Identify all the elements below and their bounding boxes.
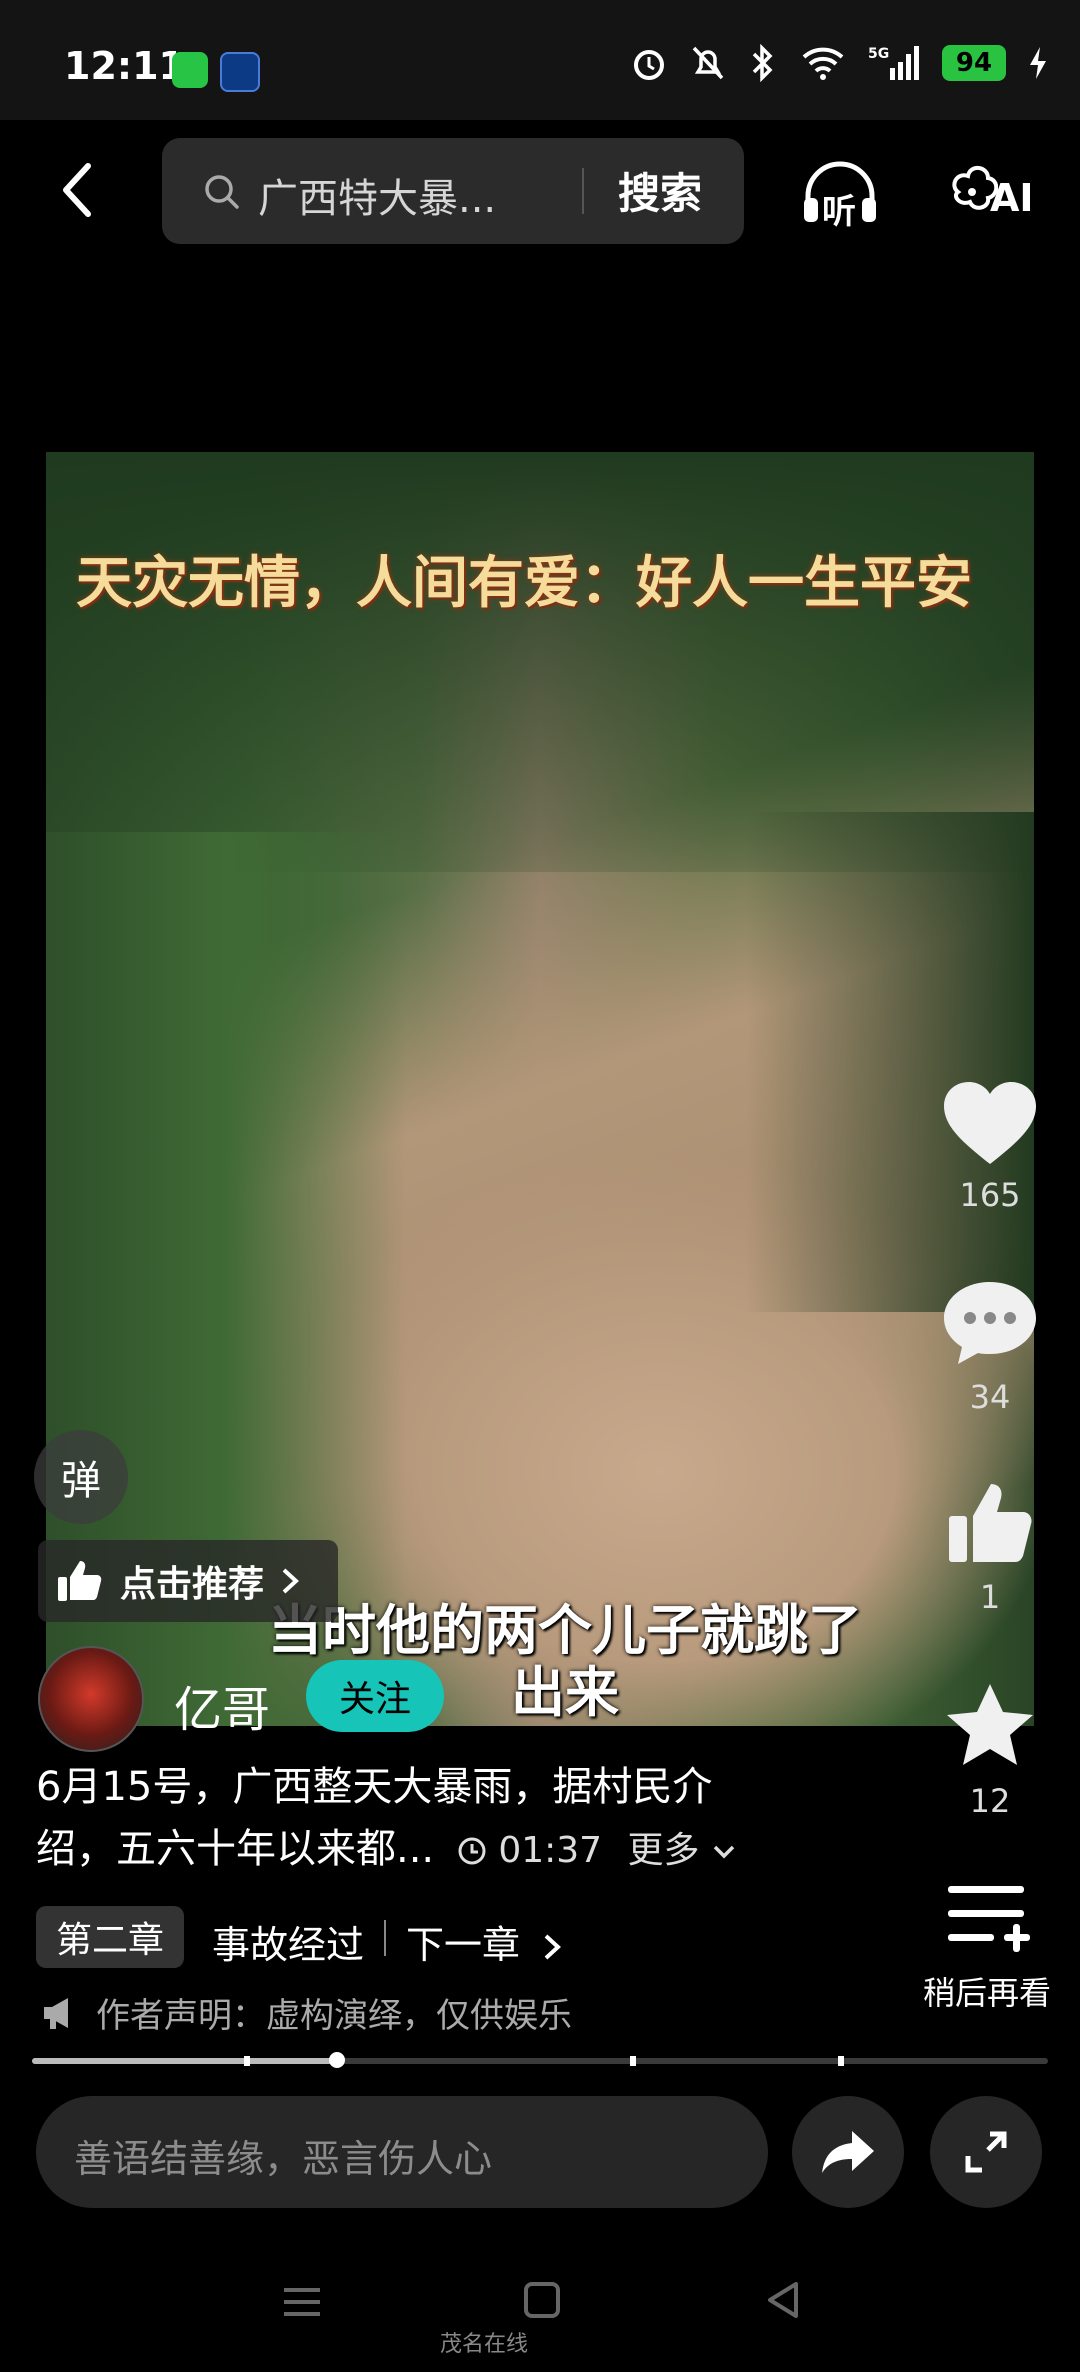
video-foliage-right: [746, 812, 1034, 1312]
chapter-marker: [630, 2056, 636, 2066]
chevron-right-icon: [282, 1568, 299, 1594]
subtitle-line-2: 出来: [511, 1661, 619, 1724]
description-line-2: 绍，五六十年以来都... 01:37 更多: [36, 1818, 856, 1882]
playlist-add-icon: [948, 1886, 1030, 1952]
recommend-button[interactable]: 点击推荐: [38, 1540, 338, 1622]
like-count: 165: [959, 1176, 1021, 1214]
status-icons: 5G 94: [630, 44, 1048, 82]
chapter-badge[interactable]: 第二章: [36, 1906, 185, 1968]
video-player[interactable]: 天灾无情，人间有爱：好人一生平安: [46, 452, 1034, 1726]
author-name[interactable]: 亿哥: [174, 1670, 270, 1740]
author-statement-text: 作者声明：虚构演绎，仅供娱乐: [96, 1996, 572, 2036]
author-avatar[interactable]: [38, 1646, 144, 1752]
next-chapter-label: 下一章: [406, 1923, 521, 1967]
search-button[interactable]: 搜索: [618, 160, 702, 221]
chapter-title[interactable]: 事故经过: [212, 1914, 364, 1969]
author-statement: 作者声明：虚构演绎，仅供娱乐: [40, 1988, 572, 2037]
duration-text: 01:37: [498, 1830, 603, 1871]
more-button[interactable]: 更多: [628, 1830, 737, 1871]
share-button[interactable]: [792, 2096, 904, 2208]
fullscreen-button[interactable]: [930, 2096, 1042, 2208]
clock-icon: [458, 1837, 486, 1865]
share-arrow-icon: [822, 2131, 874, 2173]
thumbs-up-button[interactable]: 1: [930, 1478, 1050, 1616]
duration-meta: 01:37: [447, 1830, 614, 1871]
wifi-icon: [802, 47, 844, 80]
listen-label: 听: [822, 192, 856, 232]
alarm-icon: [634, 50, 664, 80]
cellular-signal-icon: 5G: [868, 46, 919, 80]
listen-button[interactable]: 听: [800, 158, 880, 232]
system-nav-bar: [0, 2252, 1080, 2372]
recommend-label: 点击推荐: [120, 1564, 265, 1605]
comment-bubble-icon: [944, 1282, 1036, 1364]
description-line-1: 6月15号，广西整天大暴雨，据村民介: [36, 1764, 713, 1810]
chevron-right-icon: [544, 1934, 562, 1960]
video-description[interactable]: 6月15号，广西整天大暴雨，据村民介 绍，五六十年以来都... 01:37 更多: [36, 1756, 856, 1882]
favorite-count: 12: [969, 1782, 1011, 1820]
comment-count: 34: [969, 1378, 1011, 1416]
watermark: 茂名在线: [440, 2332, 529, 2357]
comment-placeholder: 善语结善缘，恶言伤人心: [74, 2137, 493, 2181]
app-notification-icon: [220, 52, 260, 92]
thumbs-up-icon: [949, 1484, 1032, 1562]
search-bar[interactable]: 广西特大暴... 搜索: [162, 138, 744, 244]
battery-indicator: 94: [942, 45, 1006, 81]
bluetooth-icon: [752, 44, 773, 82]
search-icon: [205, 175, 239, 209]
comment-button[interactable]: 34: [930, 1278, 1050, 1416]
svg-text:5G: 5G: [868, 46, 889, 62]
chevron-down-icon: [713, 1845, 735, 1859]
more-label: 更多: [627, 1830, 700, 1871]
mute-bell-icon: [692, 46, 724, 80]
like-button[interactable]: 165: [930, 1080, 1050, 1214]
heart-icon: [944, 1082, 1036, 1164]
search-divider: [582, 168, 584, 214]
back-arrow-icon[interactable]: [50, 160, 110, 220]
expand-icon: [965, 2131, 1007, 2173]
watch-later-button[interactable]: 稍后再看: [912, 1880, 1062, 2014]
ai-label: AI: [990, 176, 1034, 220]
charging-icon: [1030, 47, 1046, 79]
search-query-text[interactable]: 广西特大暴...: [258, 166, 496, 224]
description-line-2-text: 绍，五六十年以来都...: [36, 1826, 435, 1872]
progress-knob[interactable]: [328, 2052, 345, 2068]
thumbs-up-count: 1: [979, 1578, 1001, 1616]
watch-later-label: 稍后再看: [922, 1974, 1051, 2012]
chapter-separator: [384, 1920, 386, 1956]
ai-button[interactable]: AI: [948, 158, 1038, 228]
follow-button[interactable]: 关注: [306, 1660, 444, 1732]
back-nav-icon[interactable]: [764, 2280, 804, 2320]
chapter-marker: [244, 2056, 250, 2066]
thumbs-up-small-icon: [58, 1561, 102, 1601]
status-time: 12:11: [64, 44, 185, 88]
danmu-label: 弹: [61, 1458, 101, 1504]
megaphone-icon: [44, 1997, 68, 2029]
home-nav-icon[interactable]: [522, 2280, 562, 2320]
status-bar: 12:11 5G 94: [0, 0, 1080, 120]
star-icon: [947, 1684, 1033, 1765]
video-overlay-title: 天灾无情，人间有爱：好人一生平安: [76, 551, 972, 616]
favorite-button[interactable]: 12: [930, 1680, 1050, 1820]
next-chapter-button[interactable]: 下一章: [406, 1914, 564, 1969]
danmu-toggle-button[interactable]: 弹: [34, 1430, 128, 1524]
comment-input[interactable]: 善语结善缘，恶言伤人心: [36, 2096, 768, 2208]
progress-fill: [32, 2058, 337, 2064]
video-foliage-top: [46, 452, 1034, 872]
wechat-icon: [172, 52, 208, 88]
menu-nav-icon[interactable]: [280, 2282, 324, 2322]
chapter-marker: [838, 2056, 844, 2066]
